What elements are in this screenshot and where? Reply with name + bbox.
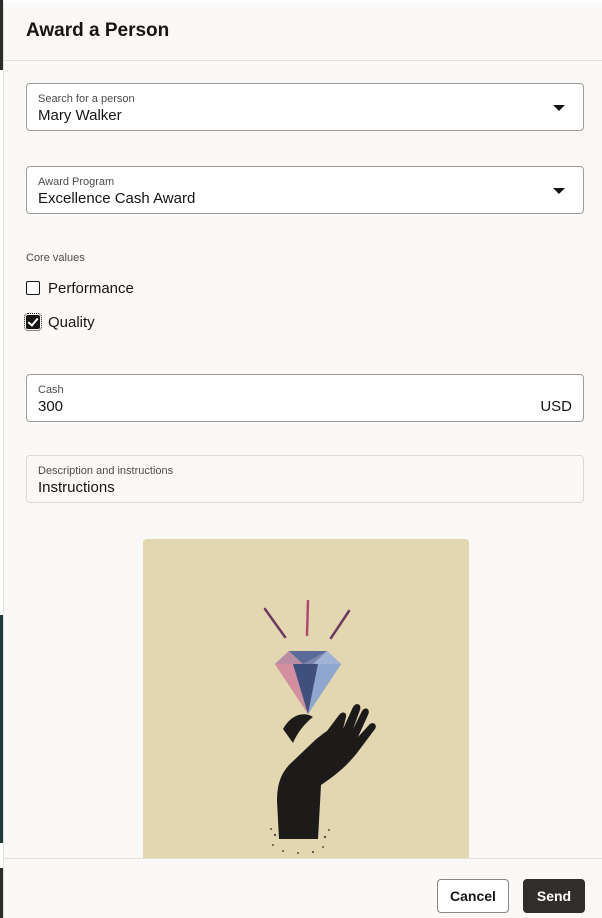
person-search-select[interactable]: Search for a person Mary Walker	[26, 83, 584, 131]
award-drawer: Award a Person Search for a person Mary …	[3, 3, 602, 918]
award-program-value: Excellence Cash Award	[38, 190, 196, 207]
award-program-select[interactable]: Award Program Excellence Cash Award	[26, 166, 584, 214]
currency-suffix: USD	[540, 398, 572, 415]
description-label: Description and instructions	[38, 465, 174, 477]
award-illustration	[143, 539, 469, 859]
drawer-title: Award a Person	[26, 19, 170, 41]
core-values-label: Core values	[26, 252, 85, 264]
award-program-label: Award Program	[38, 176, 115, 188]
description-field[interactable]: Description and instructions Instruction…	[26, 455, 584, 503]
page: Award a Person Search for a person Mary …	[0, 0, 602, 918]
quality-checkbox-label[interactable]: Quality	[48, 314, 95, 331]
cash-label: Cash	[38, 384, 64, 396]
description-value: Instructions	[38, 479, 115, 496]
chevron-down-icon[interactable]	[553, 188, 565, 194]
checkbox-quality-row[interactable]: Quality	[24, 312, 95, 332]
cancel-button[interactable]: Cancel	[437, 879, 509, 913]
cash-input[interactable]: Cash 300 USD	[26, 374, 584, 422]
chevron-down-icon[interactable]	[553, 105, 565, 111]
drawer-footer: Cancel Send	[4, 858, 602, 918]
quality-checkbox[interactable]	[24, 313, 42, 331]
person-search-value: Mary Walker	[38, 107, 122, 124]
cash-value[interactable]: 300	[38, 398, 63, 415]
person-search-label: Search for a person	[38, 93, 135, 105]
diamond-in-hand-illustration	[143, 539, 469, 859]
checkbox-performance-row[interactable]: Performance	[26, 278, 134, 298]
drawer-header: Award a Person	[4, 3, 602, 61]
send-button[interactable]: Send	[523, 879, 585, 913]
performance-checkbox-label[interactable]: Performance	[48, 280, 134, 297]
performance-checkbox[interactable]	[26, 281, 40, 295]
